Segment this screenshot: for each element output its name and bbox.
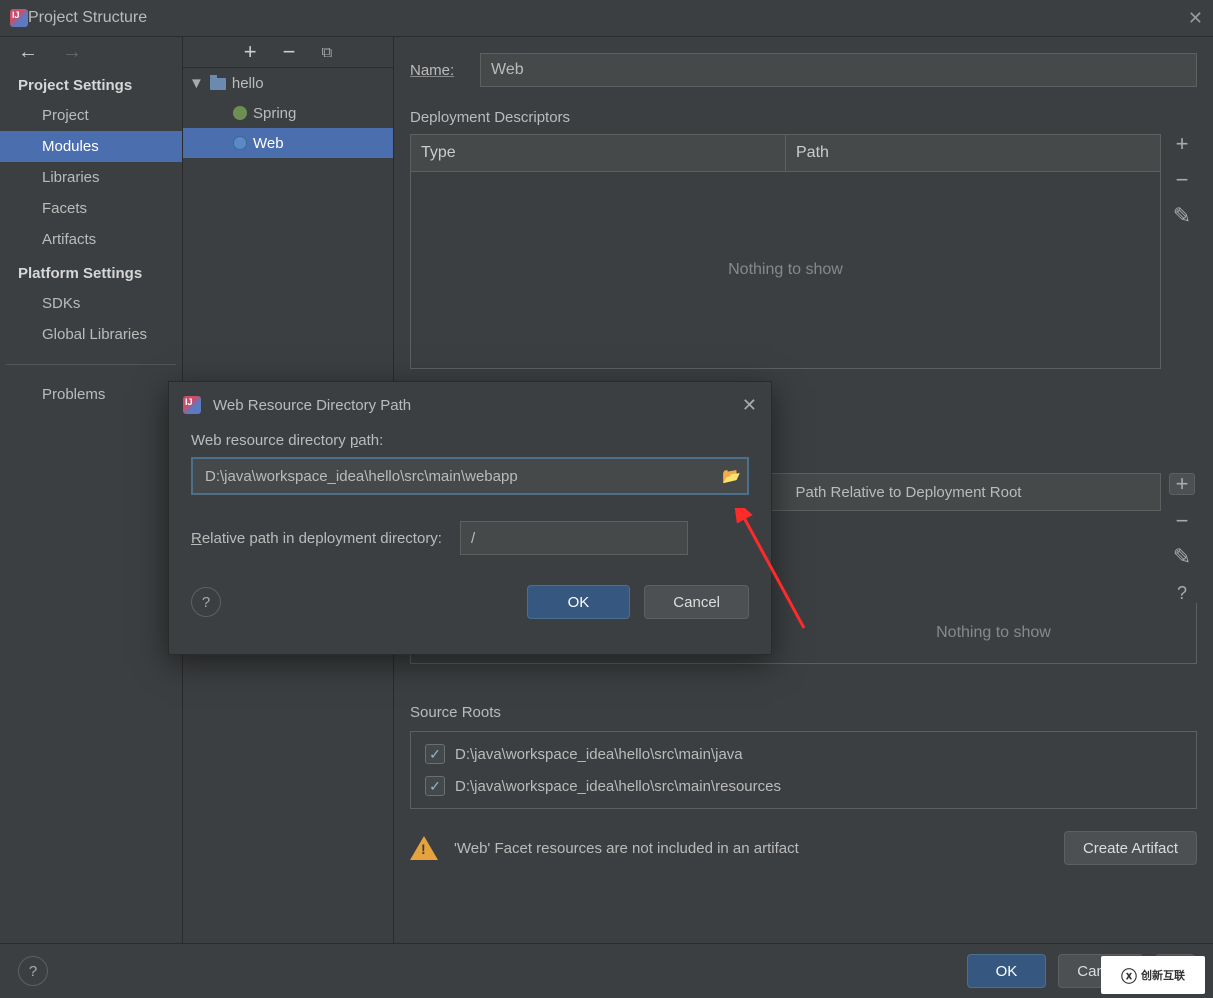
nav-facets[interactable]: Facets [0,193,182,224]
window-close-icon[interactable]: ✕ [1188,8,1203,29]
watermark: ⓧ 创新互联 [1101,956,1205,994]
table-empty: Nothing to show [411,172,1160,368]
dialog-footer: ? OK Cancel [169,559,771,619]
col-type[interactable]: Type [411,135,786,171]
edit-resource-icon[interactable]: ✎ [1173,547,1191,567]
app-logo-icon [183,396,201,414]
warning-text: 'Web' Facet resources are not included i… [454,840,799,857]
ok-button[interactable]: OK [967,954,1047,988]
nav-artifacts[interactable]: Artifacts [0,224,182,255]
nav-project[interactable]: Project [0,100,182,131]
remove-icon[interactable]: − [283,39,296,65]
name-label: Name: [410,62,480,79]
path-label: Web resource directory path: [191,432,749,449]
dialog-title: Web Resource Directory Path [213,397,411,414]
deployment-descriptors-heading: Deployment Descriptors [410,109,1197,126]
nav-history: ← → [0,37,182,67]
nav-sdks[interactable]: SDKs [0,288,182,319]
left-sidebar: ← → Project Settings Project Modules Lib… [0,37,182,945]
copy-icon[interactable]: ⧉ [322,44,333,61]
window-title: Project Structure [28,9,147,27]
source-roots-section: Source Roots ✓ D:\java\workspace_idea\he… [410,704,1197,809]
nav-libraries[interactable]: Libraries [0,162,182,193]
source-roots-heading: Source Roots [410,704,1197,721]
spring-icon [233,106,247,120]
name-row: Name: [410,53,1197,87]
remove-resource-icon[interactable]: − [1176,511,1189,531]
source-roots-box: ✓ D:\java\workspace_idea\hello\src\main\… [410,731,1197,809]
web-icon [233,136,247,150]
browse-folder-icon[interactable]: 📂 [722,467,741,485]
dialog-title-bar: Web Resource Directory Path ✕ [169,382,771,428]
relative-row: Relative path in deployment directory: [191,521,749,555]
path-input[interactable] [203,467,722,486]
nav-separator [6,364,176,365]
source-root-row[interactable]: ✓ D:\java\workspace_idea\hello\src\main\… [425,776,1182,796]
dialog-ok-button[interactable]: OK [527,585,631,619]
dialog-close-icon[interactable]: ✕ [742,395,757,416]
table-header: Type Path [411,135,1160,172]
back-icon[interactable]: ← [18,41,38,64]
tree-toolbar: + − ⧉ [183,37,393,68]
nav-global-libraries[interactable]: Global Libraries [0,319,182,350]
dialog-button-bar: ? OK Cancel A [0,943,1213,998]
dialog-cancel-button[interactable]: Cancel [644,585,749,619]
help-resource-icon[interactable]: ? [1177,583,1187,603]
help-icon[interactable]: ? [18,956,48,986]
path-input-wrap: 📂 [191,457,749,495]
name-input[interactable] [480,53,1197,87]
dialog-body: Web resource directory path: 📂 Relative … [169,428,771,559]
chevron-down-icon: ▼ [189,75,204,92]
tree-label: Web [253,135,284,152]
add-resource-icon[interactable]: + [1169,473,1195,495]
col-path[interactable]: Path [786,135,1160,171]
add-descriptor-icon[interactable]: + [1176,134,1189,154]
tree-label: hello [232,75,264,92]
source-root-row[interactable]: ✓ D:\java\workspace_idea\hello\src\main\… [425,744,1182,764]
tree-node-hello[interactable]: ▼ hello [183,68,393,98]
tree-node-web[interactable]: Web [183,128,393,158]
web-resource-dialog: Web Resource Directory Path ✕ Web resour… [168,381,772,655]
deployment-descriptors-table: Type Path Nothing to show [410,134,1161,369]
checkbox-icon[interactable]: ✓ [425,776,445,796]
dialog-help-icon[interactable]: ? [191,587,221,617]
nav-modules[interactable]: Modules [0,131,182,162]
col-path-relative[interactable]: Path Relative to Deployment Root [786,474,1161,510]
section-project-settings: Project Settings [0,67,182,100]
source-root-path: D:\java\workspace_idea\hello\src\main\re… [455,778,781,795]
relative-input[interactable] [460,521,688,555]
app-logo-icon [10,9,28,27]
tree-label: Spring [253,105,296,122]
forward-icon[interactable]: → [62,41,82,64]
section-platform-settings: Platform Settings [0,255,182,288]
relative-label: Relative path in deployment directory: [191,530,442,547]
title-bar: Project Structure ✕ [0,0,1213,37]
remove-descriptor-icon[interactable]: − [1176,170,1189,190]
checkbox-icon[interactable]: ✓ [425,744,445,764]
tree-node-spring[interactable]: Spring [183,98,393,128]
module-icon [210,78,226,90]
source-root-path: D:\java\workspace_idea\hello\src\main\ja… [455,746,743,763]
edit-descriptor-icon[interactable]: ✎ [1173,206,1191,226]
warning-row: 'Web' Facet resources are not included i… [410,831,1197,865]
warning-icon [410,836,438,860]
nav-problems[interactable]: Problems [0,379,182,410]
add-icon[interactable]: + [244,39,257,65]
create-artifact-button[interactable]: Create Artifact [1064,831,1197,865]
